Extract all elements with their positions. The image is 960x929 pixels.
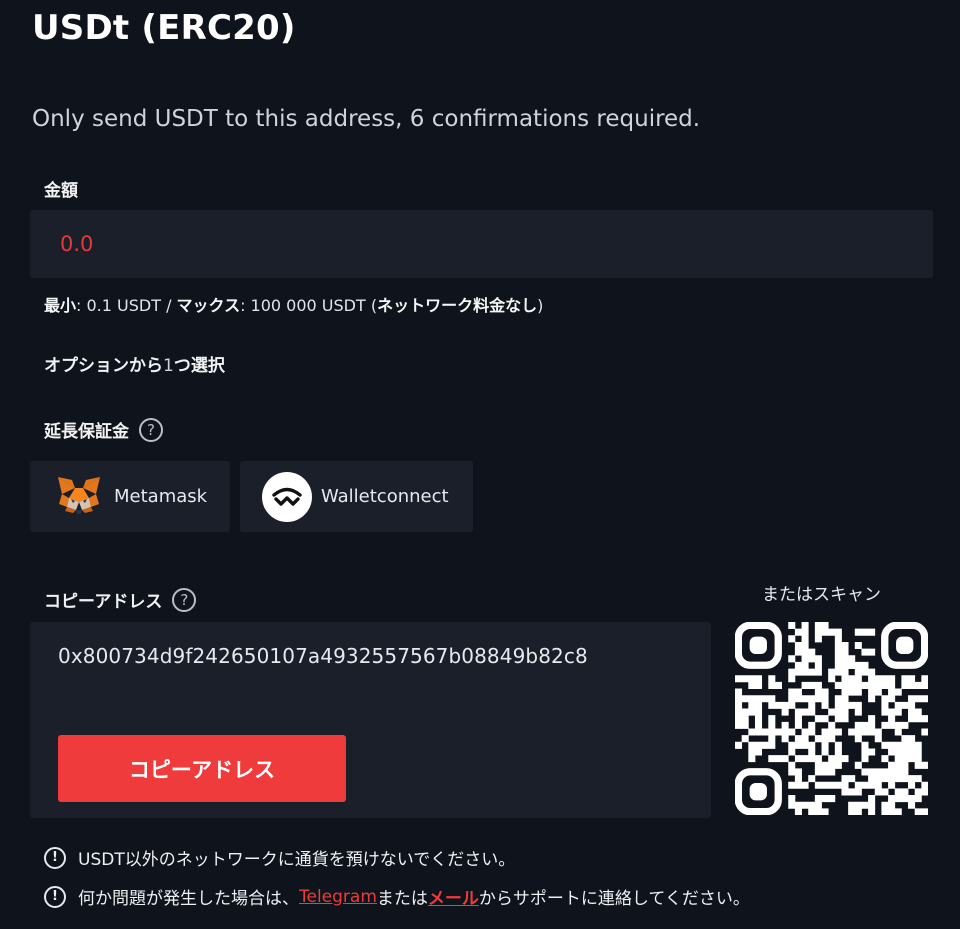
option-suffix: つ選択 <box>173 356 225 376</box>
metamask-label: Metamask <box>114 486 208 507</box>
warning-icon: ! <box>44 846 66 869</box>
amount-label: 金額 <box>44 181 78 201</box>
limits-close: ) <box>537 296 544 315</box>
confirmation-notice: Only send USDT to this address, 6 confir… <box>32 106 701 132</box>
min-label: 最小 <box>44 296 77 315</box>
amount-limits: 最小: 0.1 USDT / マックス: 100 000 USDT (ネットワー… <box>44 292 543 316</box>
support-mid: または <box>376 889 428 909</box>
deposit-label: 延長保証金 <box>44 422 129 442</box>
min-value: : 0.1 USDT / <box>76 296 177 315</box>
option-count: 1 <box>163 356 174 376</box>
metamask-fox-icon <box>56 474 102 520</box>
help-icon[interactable]: ? <box>172 587 197 612</box>
page-title: USDt (ERC20) <box>32 8 296 48</box>
network-warning-text: USDT以外のネットワークに通貨を預けないでください。 <box>78 850 516 870</box>
mail-link[interactable]: メール <box>428 884 479 909</box>
copy-address-label-row: コピーアドレス ? <box>44 587 197 612</box>
support-prefix: 何か問題が発生した場合は、 <box>78 889 299 909</box>
walletconnect-label: Walletconnect <box>321 486 449 507</box>
copy-address-button[interactable]: コピーアドレス <box>58 735 346 802</box>
warning-icon: ! <box>44 885 66 908</box>
option-instruction: オプションから1つ選択 <box>44 351 225 376</box>
fee-note: ネットワーク料金なし <box>377 296 538 315</box>
max-label: マックス <box>176 296 241 315</box>
telegram-link[interactable]: Telegram <box>299 887 377 907</box>
option-prefix: オプションから <box>44 356 163 376</box>
help-icon[interactable]: ? <box>139 417 163 442</box>
amount-input[interactable] <box>60 232 860 256</box>
amount-field[interactable] <box>30 210 933 278</box>
deposit-label-row: 延長保証金 ? <box>44 417 163 442</box>
support-note: ! 何か問題が発生した場合は、 Telegram または メール からサポートに連絡して… <box>44 884 750 909</box>
deposit-address[interactable]: 0x800734d9f242650107a4932557567b08849b82… <box>58 644 588 668</box>
walletconnect-button[interactable]: Walletconnect <box>240 461 473 532</box>
metamask-button[interactable]: Metamask <box>30 461 230 532</box>
qr-code-icon <box>734 621 929 816</box>
max-value: : 100 000 USDT ( <box>240 296 378 315</box>
scan-label: またはスキャン <box>762 585 881 605</box>
network-warning: ! USDT以外のネットワークに通貨を預けないでください。 <box>44 845 515 870</box>
copy-address-label: コピーアドレス <box>44 592 163 612</box>
walletconnect-icon <box>262 471 312 522</box>
support-suffix: からサポートに連絡してください。 <box>478 889 750 909</box>
